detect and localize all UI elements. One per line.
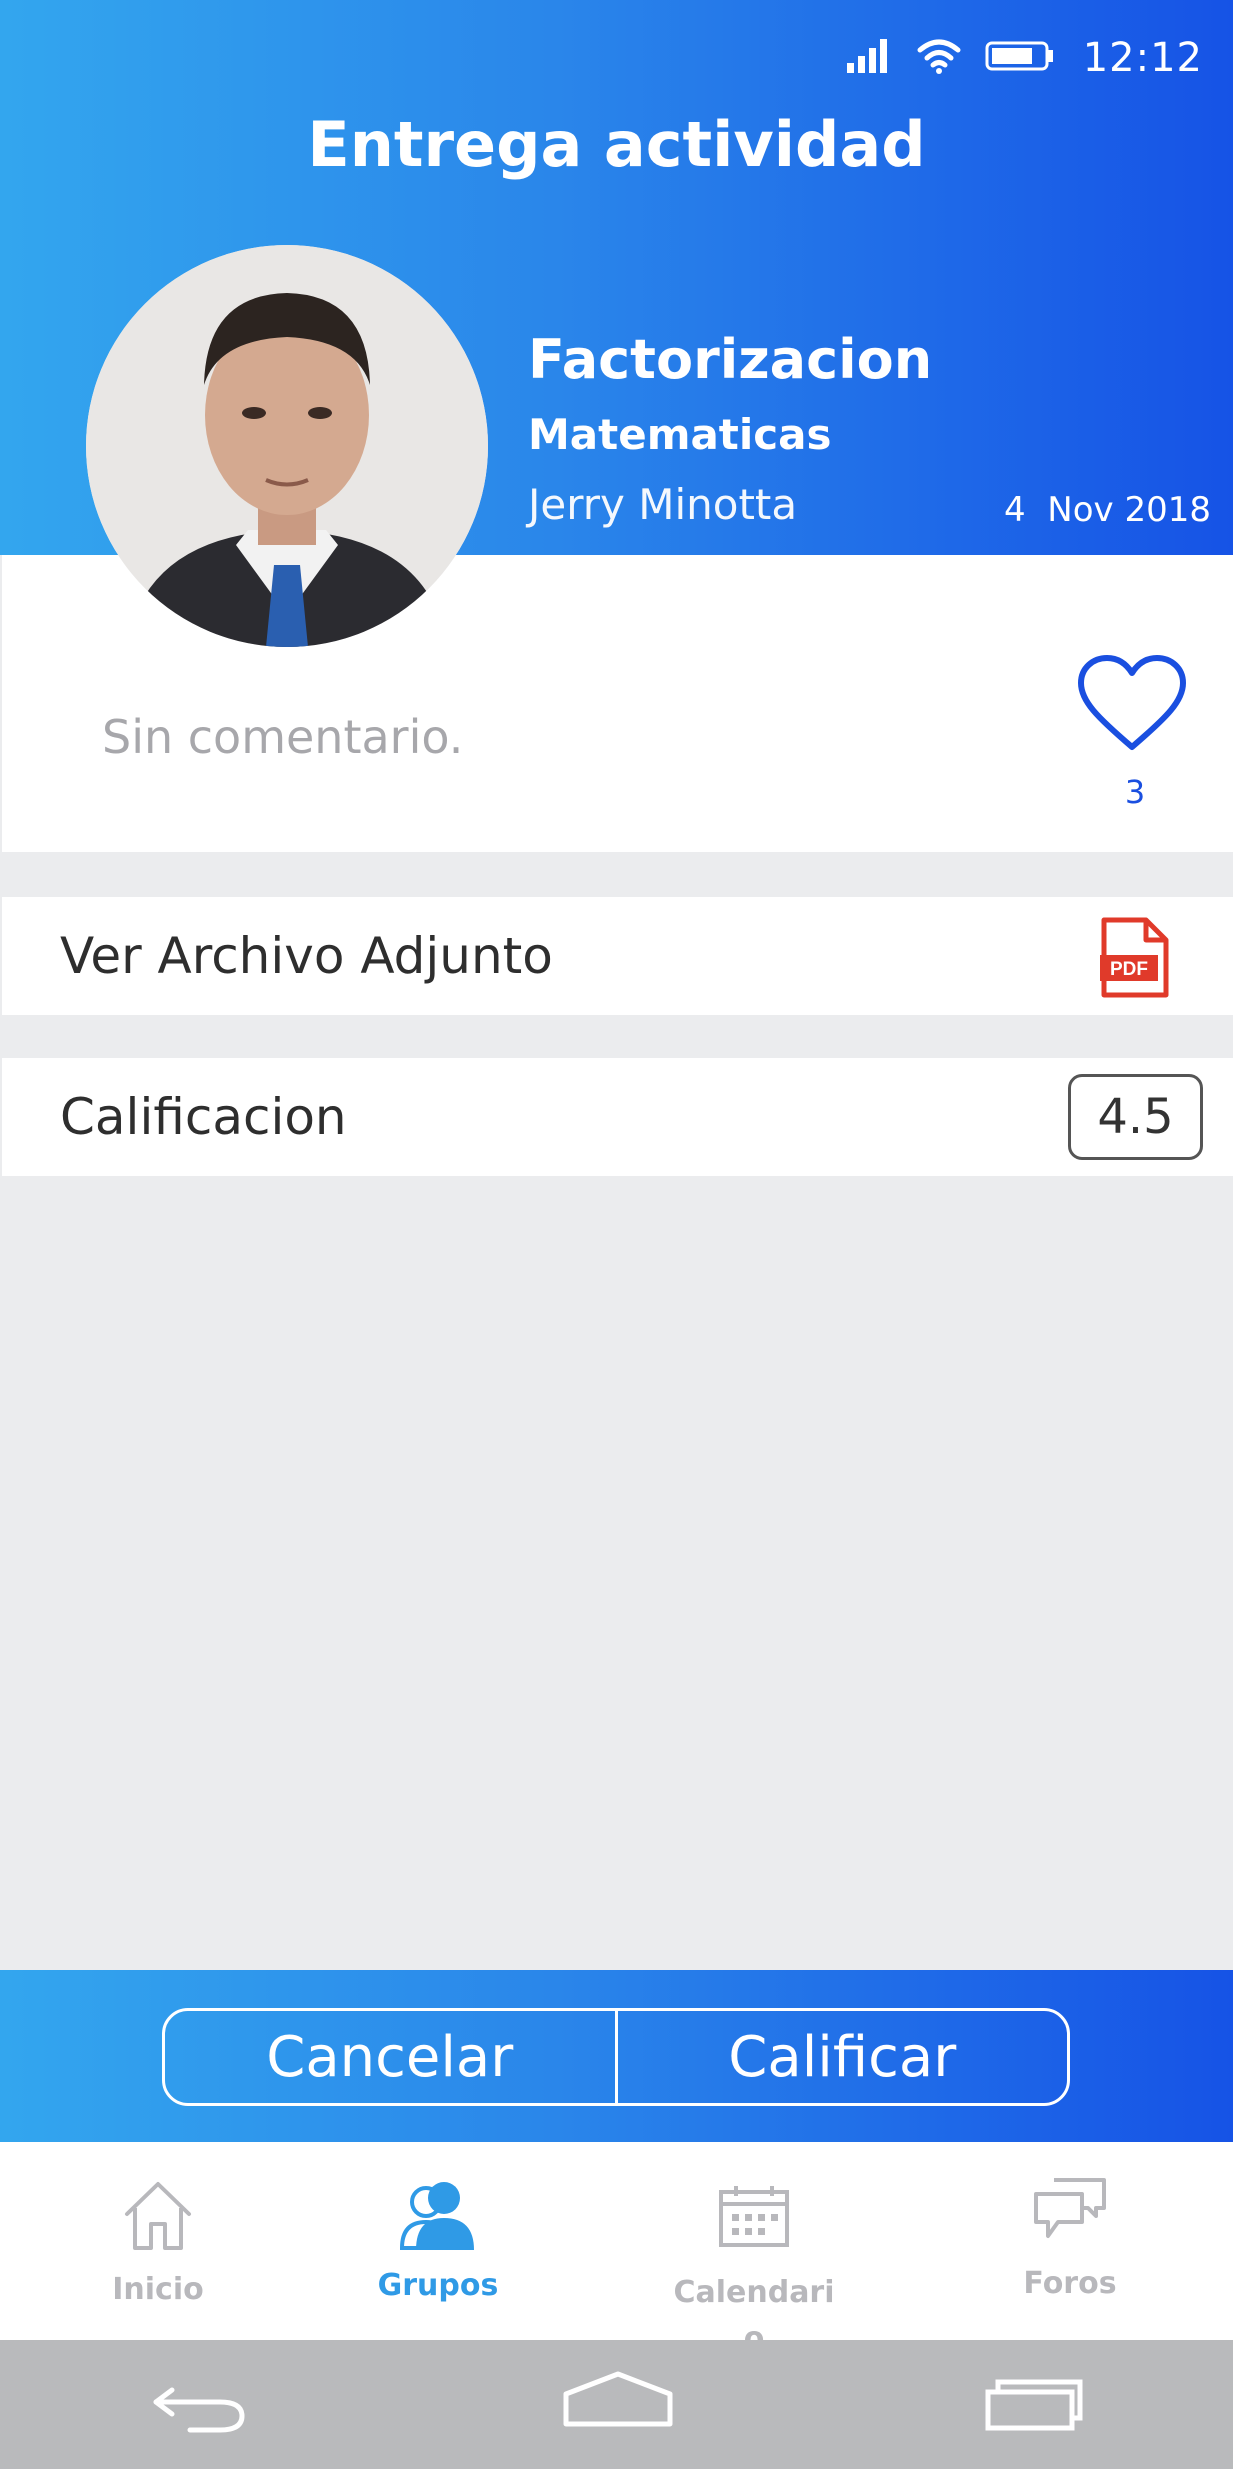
nav-label-foros: Foros <box>1023 2266 1117 2301</box>
like-button[interactable] <box>1077 655 1187 770</box>
status-time: 12:12 <box>1082 35 1203 81</box>
pdf-icon[interactable]: PDF <box>1098 917 1170 999</box>
like-count: 3 <box>1124 773 1146 811</box>
page-title: Entrega actividad <box>307 108 926 181</box>
home-icon <box>121 2178 195 2256</box>
status-bar: 12:12 <box>823 28 1203 88</box>
nav-item-calendario[interactable]: Calendari o <box>644 2142 864 2356</box>
nav-item-grupos[interactable]: Grupos <box>328 2142 548 2340</box>
activity-title: Factorizacion <box>528 328 933 391</box>
signal-icon <box>846 39 893 77</box>
bottom-nav: Inicio Grupos Calendari o Foros <box>0 2142 1233 2356</box>
chat-icon <box>1032 2176 1108 2246</box>
grade-label: Calificacion <box>60 1088 347 1146</box>
heart-icon <box>1078 655 1186 750</box>
battery-icon <box>985 41 1055 75</box>
nav-label-grupos: Grupos <box>377 2268 499 2303</box>
student-name: Jerry Minotta <box>528 480 798 529</box>
calendar-icon <box>718 2184 790 2252</box>
submission-date: 4 Nov 2018 <box>1004 490 1211 530</box>
comment-text: Sin comentario. <box>102 710 464 764</box>
grade-row: Calificacion 4.5 <box>2 1058 1233 1176</box>
grade-button[interactable]: Calificar <box>614 2011 1068 2103</box>
subject-name: Matematicas <box>528 410 832 459</box>
back-icon[interactable] <box>150 2376 250 2440</box>
nav-item-foros[interactable]: Foros <box>960 2142 1180 2340</box>
users-icon <box>398 2178 478 2256</box>
student-avatar <box>86 245 488 647</box>
action-button-group: Cancelar Calificar <box>162 2008 1070 2106</box>
recents-icon[interactable] <box>984 2370 1084 2438</box>
home-system-icon[interactable] <box>562 2370 674 2434</box>
cancel-button[interactable]: Cancelar <box>165 2011 615 2103</box>
attachment-label: Ver Archivo Adjunto <box>60 927 553 985</box>
action-bar: Cancelar Calificar <box>0 1970 1233 2142</box>
svg-text:PDF: PDF <box>1110 959 1148 980</box>
system-nav-bar <box>0 2340 1233 2469</box>
nav-item-inicio[interactable]: Inicio <box>48 2142 268 2340</box>
wifi-icon <box>917 38 961 78</box>
view-attachment-row[interactable]: Ver Archivo Adjunto PDF <box>2 897 1233 1015</box>
nav-label-inicio: Inicio <box>112 2272 204 2307</box>
grade-value-box[interactable]: 4.5 <box>1068 1074 1203 1160</box>
screen: 12:12 Entrega actividad Factorizacion Ma… <box>0 0 1233 2469</box>
